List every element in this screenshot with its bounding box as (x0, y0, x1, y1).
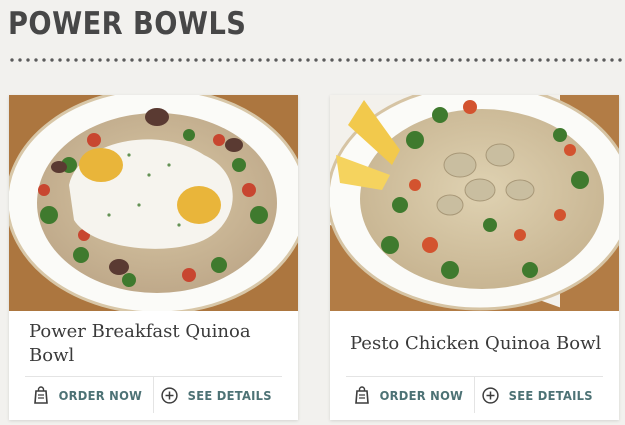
section-title: POWER BOWLS (8, 6, 247, 42)
order-now-label: ORDER NOW (379, 387, 463, 403)
see-details-button[interactable]: SEE DETAILS (153, 377, 282, 413)
order-now-button[interactable]: ORDER NOW (346, 377, 474, 413)
menu-card-pesto-chicken: Pesto Chicken Quinoa Bowl ORDER NOW SEE … (330, 95, 619, 420)
plus-circle-icon (161, 386, 178, 404)
card-actions: ORDER NOW SEE DETAILS (346, 376, 603, 413)
dotted-divider (8, 58, 625, 62)
see-details-button[interactable]: SEE DETAILS (474, 377, 603, 413)
food-photo-pesto-chicken[interactable] (330, 95, 619, 311)
order-bag-icon (354, 386, 370, 404)
order-now-label: ORDER NOW (58, 387, 142, 403)
order-bag-icon (33, 386, 49, 404)
card-title[interactable]: Pesto Chicken Quinoa Bowl (350, 332, 605, 356)
plus-circle-icon (482, 386, 499, 404)
food-photo-power-breakfast[interactable] (9, 95, 298, 311)
order-now-button[interactable]: ORDER NOW (25, 377, 153, 413)
card-actions: ORDER NOW SEE DETAILS (25, 376, 282, 413)
menu-card-power-breakfast: Power Breakfast Quinoa Bowl ORDER NOW SE… (9, 95, 298, 420)
see-details-label: SEE DETAILS (508, 387, 593, 403)
card-title[interactable]: Power Breakfast Quinoa Bowl (29, 320, 284, 368)
see-details-label: SEE DETAILS (187, 387, 272, 403)
